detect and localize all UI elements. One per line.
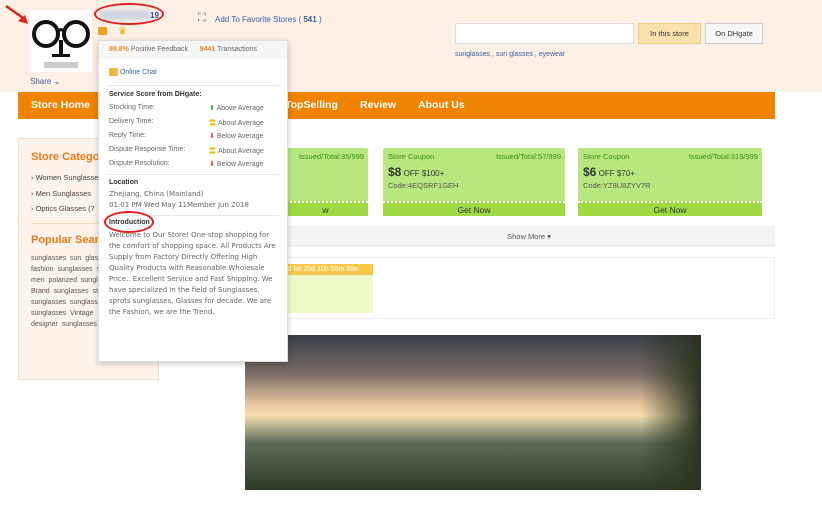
score-value-label: Below Average bbox=[216, 161, 264, 168]
flash-deal-card[interactable]: id for 20d 10h 55m 59s bbox=[284, 264, 373, 313]
category-item[interactable]: › Women Sunglasses bbox=[31, 173, 102, 182]
search-input[interactable] bbox=[455, 23, 634, 44]
location-title: Location bbox=[109, 179, 139, 186]
favorite-icon[interactable]: ⛶ bbox=[198, 12, 206, 25]
deal-timer: id for 20d 10h 55m 59s bbox=[284, 264, 373, 275]
coupon-amount: $6 bbox=[583, 165, 597, 179]
coupon-code: Code:4EQSRF1GEH bbox=[388, 181, 459, 190]
score-label: Reply Time: bbox=[109, 132, 146, 139]
arrow-down-icon: ⬇ bbox=[209, 133, 215, 140]
coupon-card: Issued/Total:35/999 w bbox=[283, 148, 368, 216]
score-row: Dispute Resolution: ⬇ Below Average bbox=[109, 160, 279, 168]
category-item[interactable]: › Men Sunglasses bbox=[31, 189, 91, 198]
highlight-circle bbox=[94, 3, 164, 25]
score-value-label: About Average bbox=[217, 148, 264, 155]
score-label: Dispute Response Time: bbox=[109, 146, 186, 153]
divider bbox=[107, 174, 279, 175]
red-arrow-annotation bbox=[5, 4, 28, 24]
nav-store-home[interactable]: Store Home bbox=[31, 99, 90, 111]
score-value-label: Above Average bbox=[216, 105, 264, 112]
search-keywords[interactable]: sunglasses , sun glasses , eyewear bbox=[455, 51, 565, 58]
online-chat-link[interactable]: Online Chat bbox=[109, 68, 279, 76]
store-logo[interactable] bbox=[30, 10, 92, 72]
score-label: Delivery Time: bbox=[109, 118, 154, 125]
score-value-label: About Average bbox=[217, 120, 264, 127]
truck-badge-icon bbox=[98, 27, 107, 35]
category-item[interactable]: › Optics Glasses (7 bbox=[31, 204, 95, 213]
share-label: Share bbox=[30, 77, 52, 86]
arrow-down-icon: ⬇ bbox=[209, 161, 215, 168]
score-value: ⬆ Above Average bbox=[209, 104, 264, 112]
chat-icon bbox=[109, 68, 118, 76]
coupon-issued: Issued/Total:57/999 bbox=[495, 152, 561, 161]
favorite-label: Add To Favorite Stores ( bbox=[215, 15, 302, 24]
transactions-count: 9441 bbox=[199, 46, 216, 53]
search-in-store-button[interactable]: In this store bbox=[638, 23, 701, 44]
score-row: Dispute Response Time: 〓 About Average bbox=[109, 146, 279, 156]
favorite-count: 541 bbox=[303, 15, 317, 24]
transactions-label: Transactions bbox=[217, 46, 257, 53]
share-link[interactable]: Share ⌄ bbox=[30, 77, 60, 86]
cliff-shape bbox=[641, 335, 701, 490]
equals-icon: 〓 bbox=[209, 120, 216, 127]
coupon-condition: OFF $100+ bbox=[403, 169, 445, 178]
equals-icon: 〓 bbox=[209, 148, 216, 155]
score-value: 〓 About Average bbox=[209, 118, 264, 128]
score-value-label: Below Average bbox=[216, 133, 264, 140]
favorite-close: ) bbox=[318, 15, 322, 24]
coupon-card: Store Coupon Issued/Total:57/999 $8 OFF … bbox=[383, 148, 565, 216]
divider bbox=[107, 85, 279, 86]
category-label: Women Sunglasses bbox=[35, 173, 103, 182]
chat-label: Online Chat bbox=[119, 68, 157, 76]
score-label: Stocking Time: bbox=[109, 104, 155, 111]
feedback-pct: 98.8% bbox=[109, 46, 129, 53]
intro-text: Welcome to Our Store! One-stop shopping … bbox=[109, 231, 276, 316]
coupon-card: Store Coupon Issued/Total:319/999 $6 OFF… bbox=[578, 148, 762, 216]
coupon-condition: OFF $70+ bbox=[598, 169, 635, 178]
add-favorite-link[interactable]: Add To Favorite Stores ( 541 ) bbox=[215, 15, 322, 24]
coupon-title: Store Coupon bbox=[583, 152, 630, 161]
score-row: Delivery Time: 〓 About Average bbox=[109, 118, 279, 128]
show-more-button[interactable]: Show More ▾ bbox=[283, 226, 775, 247]
score-value: ⬇ Below Average bbox=[209, 132, 263, 140]
coupon-amount: $8 bbox=[388, 165, 402, 179]
category-label: Men Sunglasses bbox=[35, 189, 92, 198]
coupon-title: Store Coupon bbox=[388, 152, 435, 161]
score-value: ⬇ Below Average bbox=[209, 160, 263, 168]
score-row: Stocking Time: ⬆ Above Average bbox=[109, 104, 279, 112]
search-dhgate-button[interactable]: On DHgate bbox=[705, 23, 763, 44]
score-label: Dispute Resolution: bbox=[109, 160, 170, 167]
coupon-issued: Issued/Total:319/999 bbox=[688, 152, 758, 161]
nav-about-us[interactable]: About Us bbox=[418, 99, 465, 111]
show-more-label: Show More bbox=[507, 232, 546, 241]
nav-review[interactable]: Review bbox=[360, 99, 396, 111]
glasses-logo-icon bbox=[32, 20, 90, 68]
store-banner-image bbox=[245, 335, 701, 490]
nav-topselling[interactable]: TopSelling bbox=[285, 99, 338, 111]
coupon-code: Code:YZ8U8ZYV7R bbox=[583, 181, 651, 190]
score-value: 〓 About Average bbox=[209, 146, 264, 156]
get-now-button[interactable]: w bbox=[283, 201, 368, 216]
store-info-popup: 98.8% Positive Feedback 9441 Transaction… bbox=[98, 40, 288, 362]
get-now-button[interactable]: Get Now bbox=[383, 201, 565, 216]
coupon-issued: Issued/Total:35/999 bbox=[298, 152, 364, 161]
location-value: Zhejiang, China (Mainland) bbox=[109, 190, 204, 198]
crown-badge-icon: ♛ bbox=[118, 26, 127, 37]
category-label: Optics Glasses (7 bbox=[35, 204, 95, 213]
time-member: 01:01 PM Wed May 11Member Jun 2018 bbox=[109, 201, 249, 209]
score-row: Reply Time: ⬇ Below Average bbox=[109, 132, 279, 140]
highlight-circle bbox=[104, 211, 154, 233]
get-now-button[interactable]: Get Now bbox=[578, 201, 762, 216]
feedback-label: Positive Feedback bbox=[130, 46, 189, 53]
score-title: Service Score from DHgate: bbox=[109, 91, 202, 98]
arrow-up-icon: ⬆ bbox=[209, 105, 215, 112]
